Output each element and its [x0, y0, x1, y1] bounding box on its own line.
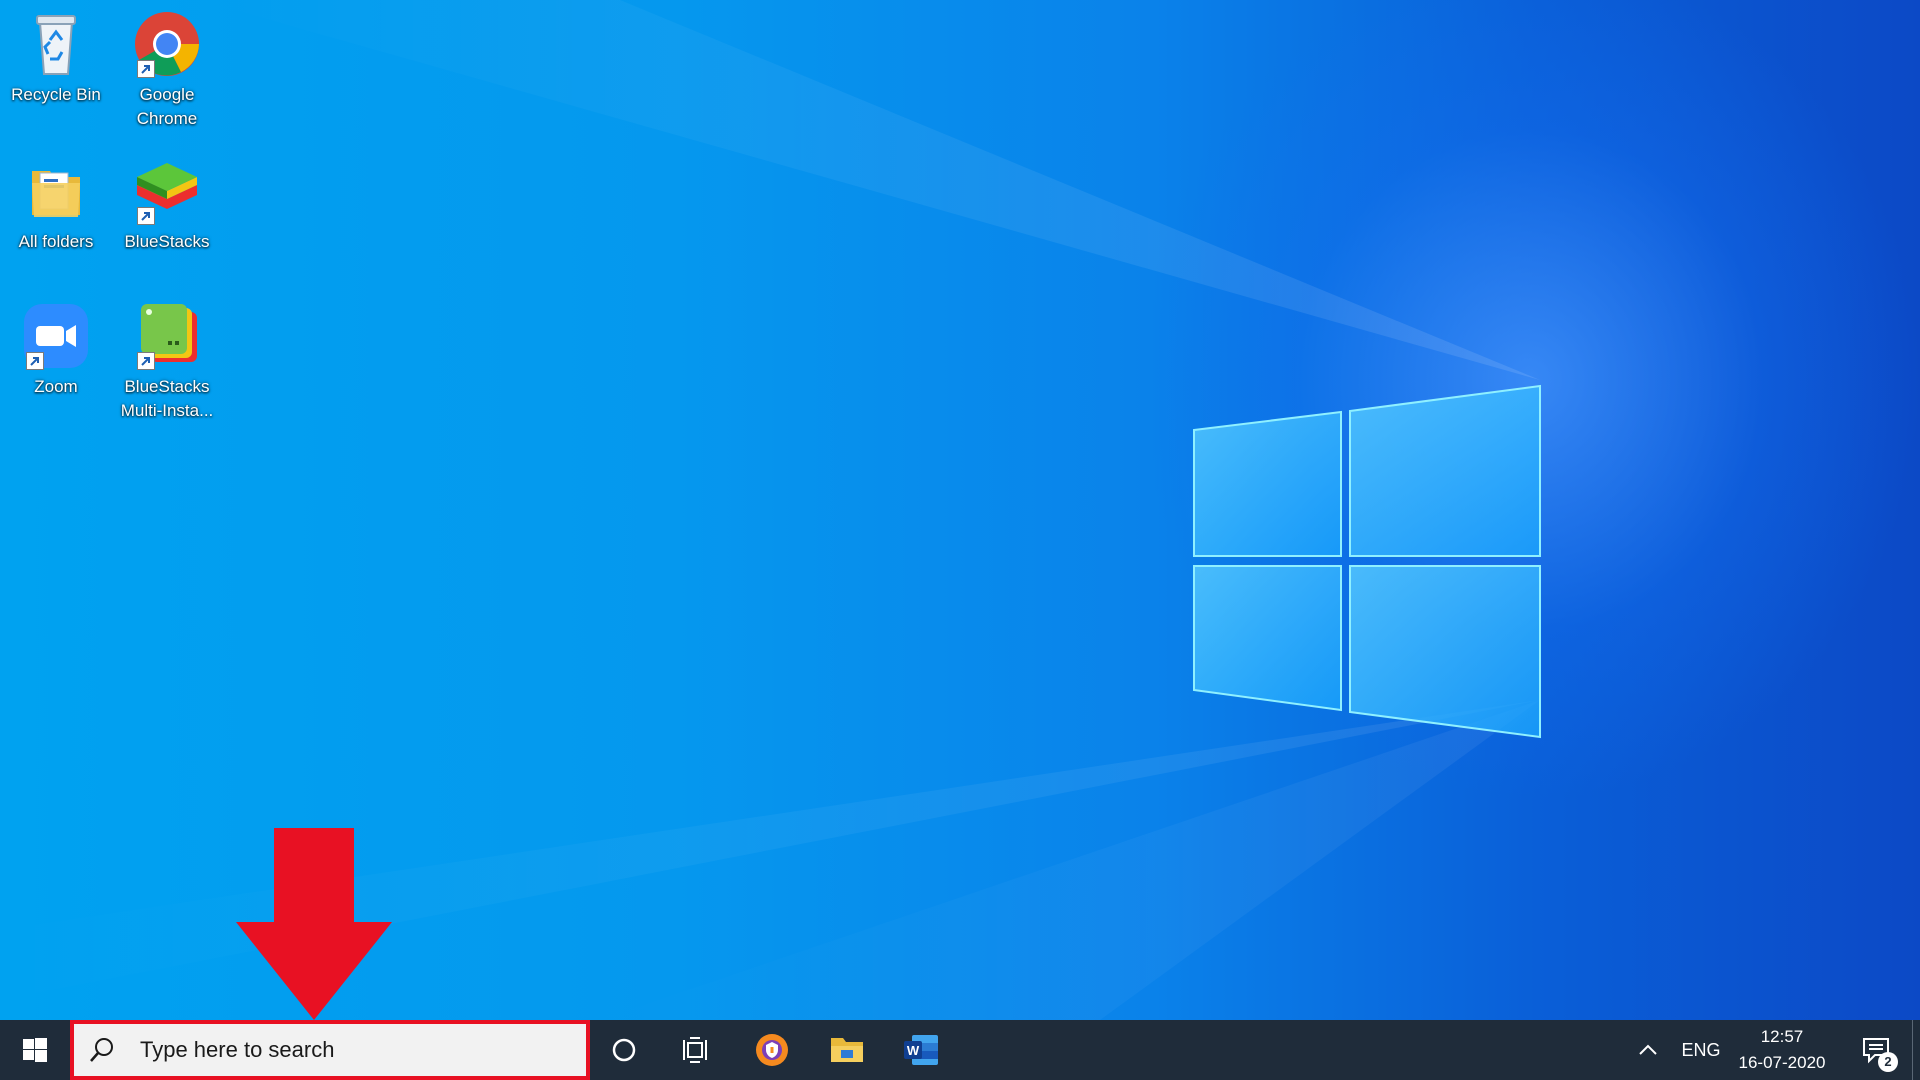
- task-view-icon: [683, 1037, 707, 1063]
- taskbar: Type here to search W ENG 12:57 16-07-20…: [0, 1020, 1920, 1080]
- recycle-bin-icon: [36, 15, 76, 75]
- show-desktop-button[interactable]: [1912, 1020, 1920, 1080]
- task-view-button[interactable]: [659, 1020, 733, 1080]
- folder-icon: [32, 171, 80, 217]
- svg-text:W: W: [907, 1043, 920, 1058]
- windows-logo-icon: [23, 1038, 47, 1062]
- show-hidden-icons-button[interactable]: [1628, 1020, 1668, 1080]
- desktop-icon-bluestacks-multi-instance[interactable]: BlueStacks Multi-Insta...: [115, 300, 219, 423]
- taskbar-app-word[interactable]: W: [884, 1020, 958, 1080]
- desktop-icon-label: Recycle Bin: [11, 85, 101, 104]
- cortana-button[interactable]: [587, 1020, 661, 1080]
- shortcut-arrow-icon: [137, 60, 155, 78]
- search-icon: [90, 1038, 113, 1062]
- desktop-icon-label: Zoom: [34, 377, 78, 396]
- desktop-icon-label: BlueStacks Multi-Insta...: [120, 377, 214, 420]
- input-language-indicator[interactable]: ENG: [1676, 1020, 1726, 1080]
- shortcut-arrow-icon: [137, 352, 155, 370]
- desktop-icon-recycle-bin[interactable]: Recycle Bin: [4, 8, 108, 107]
- notification-count-badge: 2: [1878, 1052, 1898, 1072]
- desktop-icon-bluestacks[interactable]: BlueStacks: [115, 155, 219, 254]
- clock-time: 12:57: [1760, 1027, 1804, 1046]
- desktop: Recycle Bin Google Chrome All folders Bl…: [0, 0, 1920, 1080]
- taskbar-app-browser[interactable]: [735, 1020, 809, 1080]
- desktop-icon-google-chrome[interactable]: Google Chrome: [115, 8, 219, 131]
- chevron-up-icon: [1639, 1044, 1657, 1055]
- taskbar-clock[interactable]: 12:57 16-07-2020: [1732, 1020, 1832, 1080]
- desktop-icon-label: All folders: [18, 232, 94, 251]
- clock-date: 16-07-2020: [1738, 1053, 1826, 1072]
- desktop-icon-all-folders[interactable]: All folders: [4, 155, 108, 254]
- search-placeholder-text: Type here to search: [140, 1037, 335, 1062]
- avast-secure-browser-icon: [756, 1034, 788, 1066]
- desktop-icon-zoom[interactable]: Zoom: [4, 300, 108, 399]
- desktop-icon-label: BlueStacks: [124, 232, 210, 251]
- action-center-button[interactable]: 2: [1846, 1020, 1906, 1080]
- desktop-icon-label: Google Chrome: [136, 85, 198, 128]
- taskbar-search-box[interactable]: Type here to search: [70, 1020, 590, 1080]
- red-arrow-annotation: [236, 828, 392, 1020]
- start-button[interactable]: [0, 1020, 70, 1080]
- shortcut-arrow-icon: [137, 207, 155, 225]
- file-explorer-icon: [831, 1038, 863, 1062]
- shortcut-arrow-icon: [26, 352, 44, 370]
- word-icon: W: [904, 1035, 938, 1065]
- cortana-icon: [612, 1038, 636, 1062]
- taskbar-app-file-explorer[interactable]: [810, 1020, 884, 1080]
